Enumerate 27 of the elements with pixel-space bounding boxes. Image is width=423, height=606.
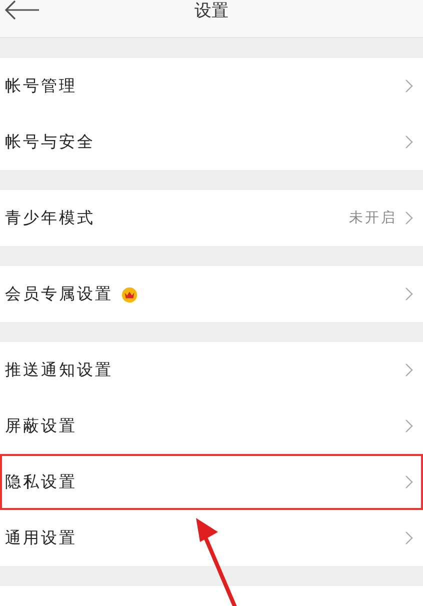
settings-row[interactable]: 通用设置	[0, 510, 423, 566]
row-label: 推送通知设置	[5, 360, 113, 380]
row-label: 帐号管理	[5, 76, 77, 96]
chevron-right-icon	[405, 135, 413, 149]
chevron-right-icon	[405, 363, 413, 377]
chevron-right-icon	[405, 419, 413, 433]
chevron-right-icon	[405, 211, 413, 225]
chevron-right-icon	[405, 79, 413, 93]
page-title: 设置	[194, 1, 228, 21]
row-label: 隐私设置	[5, 472, 77, 492]
chevron-right-icon	[405, 475, 413, 489]
chevron-right-icon	[405, 531, 413, 545]
settings-row[interactable]: 隐私设置	[0, 454, 423, 510]
back-arrow-icon[interactable]	[4, 0, 40, 20]
row-value: 未开启	[349, 209, 397, 227]
settings-row[interactable]: 帐号与安全	[0, 114, 423, 170]
row-label: 通用设置	[5, 528, 77, 548]
settings-row[interactable]: 推送通知设置	[0, 342, 423, 398]
row-label: 帐号与安全	[5, 132, 95, 152]
row-label: 青少年模式	[5, 208, 95, 228]
settings-row[interactable]: 帐号管理	[0, 58, 423, 114]
settings-row[interactable]: 屏蔽设置	[0, 398, 423, 454]
chevron-right-icon	[405, 287, 413, 301]
settings-row[interactable]: 青少年模式 未开启	[0, 190, 423, 246]
row-label: 会员专属设置	[5, 284, 113, 304]
row-label: 屏蔽设置	[5, 416, 77, 436]
settings-row[interactable]: 会员专属设置	[0, 266, 423, 322]
